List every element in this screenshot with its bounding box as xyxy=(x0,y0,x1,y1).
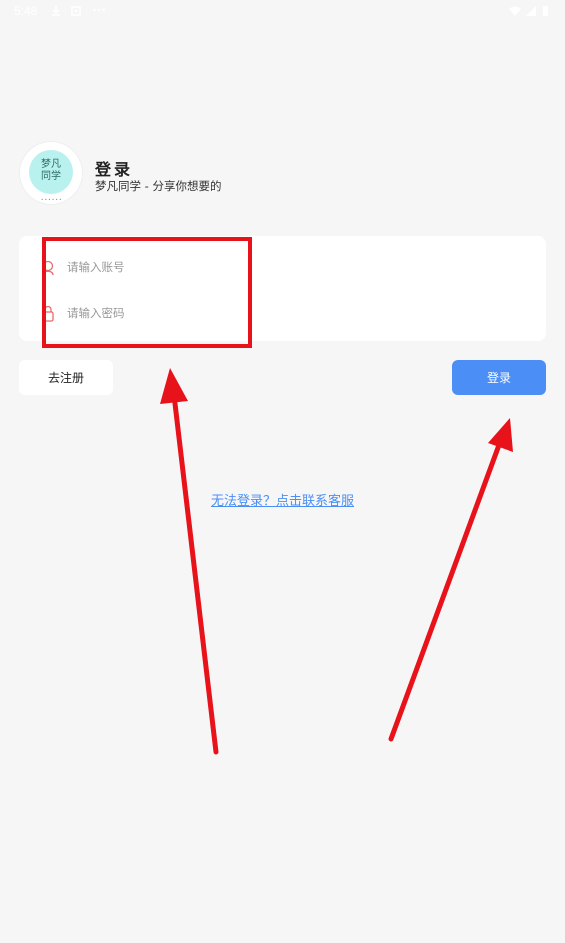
logo-dots: • • • • • • xyxy=(41,197,62,202)
status-bar: 5:48 ••• xyxy=(0,0,565,24)
annotation-arrow-right xyxy=(388,418,513,742)
annotation-arrow-left xyxy=(160,368,219,755)
login-button[interactable]: 登录 xyxy=(452,360,546,395)
annotation-highlight-box xyxy=(42,237,252,348)
signal-icon xyxy=(526,6,536,16)
wifi-icon xyxy=(509,6,521,16)
status-time: 5:48 xyxy=(14,4,38,18)
notification-icon xyxy=(71,6,81,16)
logo-text: 梦凡同学 xyxy=(41,159,61,182)
battery-icon xyxy=(543,6,548,16)
logo-badge: 梦凡同学 xyxy=(29,150,73,194)
register-button[interactable]: 去注册 xyxy=(19,360,113,395)
annotation-arrows xyxy=(160,368,513,755)
page-subtitle: 梦凡同学 - 分享你想要的 xyxy=(95,179,222,193)
contact-support-link[interactable]: 无法登录？点击联系客服 xyxy=(0,490,565,509)
app-logo: 梦凡同学 • • • • • • xyxy=(19,141,83,205)
dots-icon: ••• xyxy=(92,6,107,15)
download-icon xyxy=(52,6,60,16)
page-title: 登录 xyxy=(95,160,134,179)
